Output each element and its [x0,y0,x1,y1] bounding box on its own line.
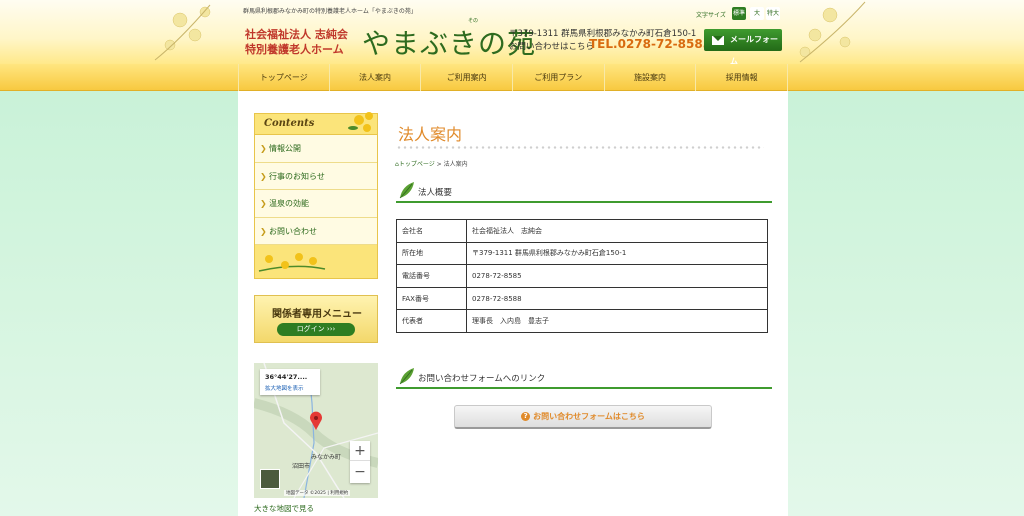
sidebar-item-label: お問い合わせ [269,226,317,236]
leaf-icon [399,182,414,199]
nav-item-top[interactable]: トップページ [238,64,330,91]
map-coordinates: 36°44'27.... [265,373,308,381]
map-layer-toggle[interactable] [260,469,280,489]
site-header: 群馬県利根郡みなかみ町の特別養護老人ホーム「やまぶきの苑」 社会福祉法人 志純会… [0,0,1024,66]
font-size-large-button[interactable]: 大 [750,7,764,20]
breadcrumb-separator: > [436,161,442,168]
leaf-icon [399,368,414,385]
map-zoom-controls: + − [350,441,370,483]
member-menu-title: 関係者専用メニュー [272,309,362,320]
sidebar-item-label: 行事のお知らせ [269,171,325,181]
contents-footer-decoration [254,245,378,279]
title-divider [396,146,764,149]
section-heading-overview: 法人概要 [396,182,772,203]
sidebar-item-events[interactable]: ❯ 行事のお知らせ [255,163,377,190]
content-container: Contents ❯ 情報公開 ❯ 行事のお知らせ ❯ 温泉の効能 ❯ お問い合わせ 関… [238,91,788,516]
embedded-map[interactable]: 36°44'27.... 拡大地図を表示 みなかみ町 沼田市 + − 地図データ… [254,363,378,498]
chevron-right-icon: ❯ [260,226,267,236]
table-row: 電話番号 0278-72-8585 [396,264,768,288]
nav-item-recruit[interactable]: 採用情報 [696,64,788,91]
mail-form-button[interactable]: メールフォーム [704,29,782,66]
page-title: 法人案内 [398,125,463,144]
nav-item-usage-plan[interactable]: ご利用プラン [513,64,605,91]
nav-item-usage-guide[interactable]: ご利用案内 [421,64,513,91]
font-size-xlarge-button[interactable]: 特大 [766,7,780,20]
header-tel[interactable]: TEL.0278-72-8585 [589,37,711,51]
facility-type: 特別養護老人ホーム [245,43,344,56]
table-row: 代表者 理事長 入内島 豊志子 [396,309,768,333]
map-info-card: 36°44'27.... 拡大地図を表示 [260,369,320,395]
flower-icon [348,112,373,132]
chevron-right-icon: ❯ [260,199,267,208]
map-pin-icon[interactable] [309,411,323,431]
view-large-map-link[interactable]: 大きな地図で見る [254,503,314,514]
breadcrumb-home-link[interactable]: トップページ [399,161,435,168]
contact-form-button-label: お問い合わせフォームはこちら [533,412,645,421]
member-menu-box: 関係者専用メニュー ログイン ››› [254,295,378,343]
section-heading-text: 法人概要 [418,188,453,198]
font-size-label: 文字サイズ [696,12,726,19]
table-key: 電話番号 [396,264,467,288]
table-value: 0278-72-8585 [466,264,768,288]
table-row: 所在地 〒379-1311 群馬県利根郡みなかみ町石倉150-1 [396,241,768,266]
nav-item-facility[interactable]: 施設案内 [605,64,697,91]
breadcrumb: ⌂トップページ > 法人案内 [395,159,468,168]
zoom-out-button[interactable]: − [350,462,370,482]
contents-title: Contents [264,118,315,129]
table-key: FAX番号 [396,286,467,311]
nav-item-corporation[interactable]: 法人案内 [330,64,422,91]
mail-icon [712,36,724,45]
table-key: 所在地 [396,241,467,266]
section-heading-contact: お問い合わせフォームへのリンク [396,368,772,389]
font-size-standard-button[interactable]: 標準 [732,7,746,20]
question-icon: ? [521,412,531,421]
table-value: 理事長 入内島 豊志子 [466,309,768,333]
zoom-in-button[interactable]: + [350,441,370,461]
contents-list: ❯ 情報公開 ❯ 行事のお知らせ ❯ 温泉の効能 ❯ お問い合わせ [254,135,378,245]
map-label-town: みなかみ町 [311,454,342,461]
table-key: 会社名 [396,219,467,243]
table-row: 会社名 社会福祉法人 志純会 [396,219,768,243]
contact-label: お問い合わせはこちら [509,42,595,52]
global-nav: トップページ 法人案内 ご利用案内 ご利用プラン 施設案内 採用情報 [0,64,1024,91]
table-key: 代表者 [396,309,467,333]
table-value: 〒379-1311 群馬県利根郡みなかみ町石倉150-1 [466,241,768,266]
site-tagline: 群馬県利根郡みなかみ町の特別養護老人ホーム「やまぶきの苑」 [243,8,417,15]
sidebar-item-contact[interactable]: ❯ お問い合わせ [255,218,377,245]
contents-header: Contents [254,112,378,135]
chevron-right-icon: ❯ [260,171,267,181]
corporation-info-table: 会社名 社会福祉法人 志純会 所在地 〒379-1311 群馬県利根郡みなかみ町石倉… [396,219,768,333]
yamabuki-flower-decoration-right [799,1,866,63]
yamabuki-flower-decoration-left [154,4,211,61]
flowers-icon [258,253,326,272]
login-button[interactable]: ログイン ››› [277,323,355,336]
sidebar-item-hot-spring[interactable]: ❯ 温泉の効能 [255,190,377,218]
table-value: 0278-72-8588 [466,286,768,311]
logo-ruby: その [468,18,479,24]
table-value: 社会福祉法人 志純会 [466,219,768,243]
table-row: FAX番号 0278-72-8588 [396,286,768,311]
map-enlarge-link[interactable]: 拡大地図を表示 [265,384,304,392]
sidebar-item-label: 情報公開 [269,144,301,153]
breadcrumb-current: 法人案内 [443,161,468,168]
chevron-right-icon: ❯ [260,144,267,153]
map-label-city: 沼田市 [292,463,311,470]
mail-form-label: メールフォーム [730,35,778,66]
sidebar-item-disclosure[interactable]: ❯ 情報公開 [255,135,377,163]
map-credit: 地図データ ©2025 | 利用規約 [284,490,351,496]
section-heading-text: お問い合わせフォームへのリンク [418,374,546,384]
sidebar-item-label: 温泉の効能 [269,199,309,208]
contact-form-button[interactable]: ? お問い合わせフォームはこちら [454,405,712,429]
corporation-name: 社会福祉法人 志純会 [245,28,348,41]
